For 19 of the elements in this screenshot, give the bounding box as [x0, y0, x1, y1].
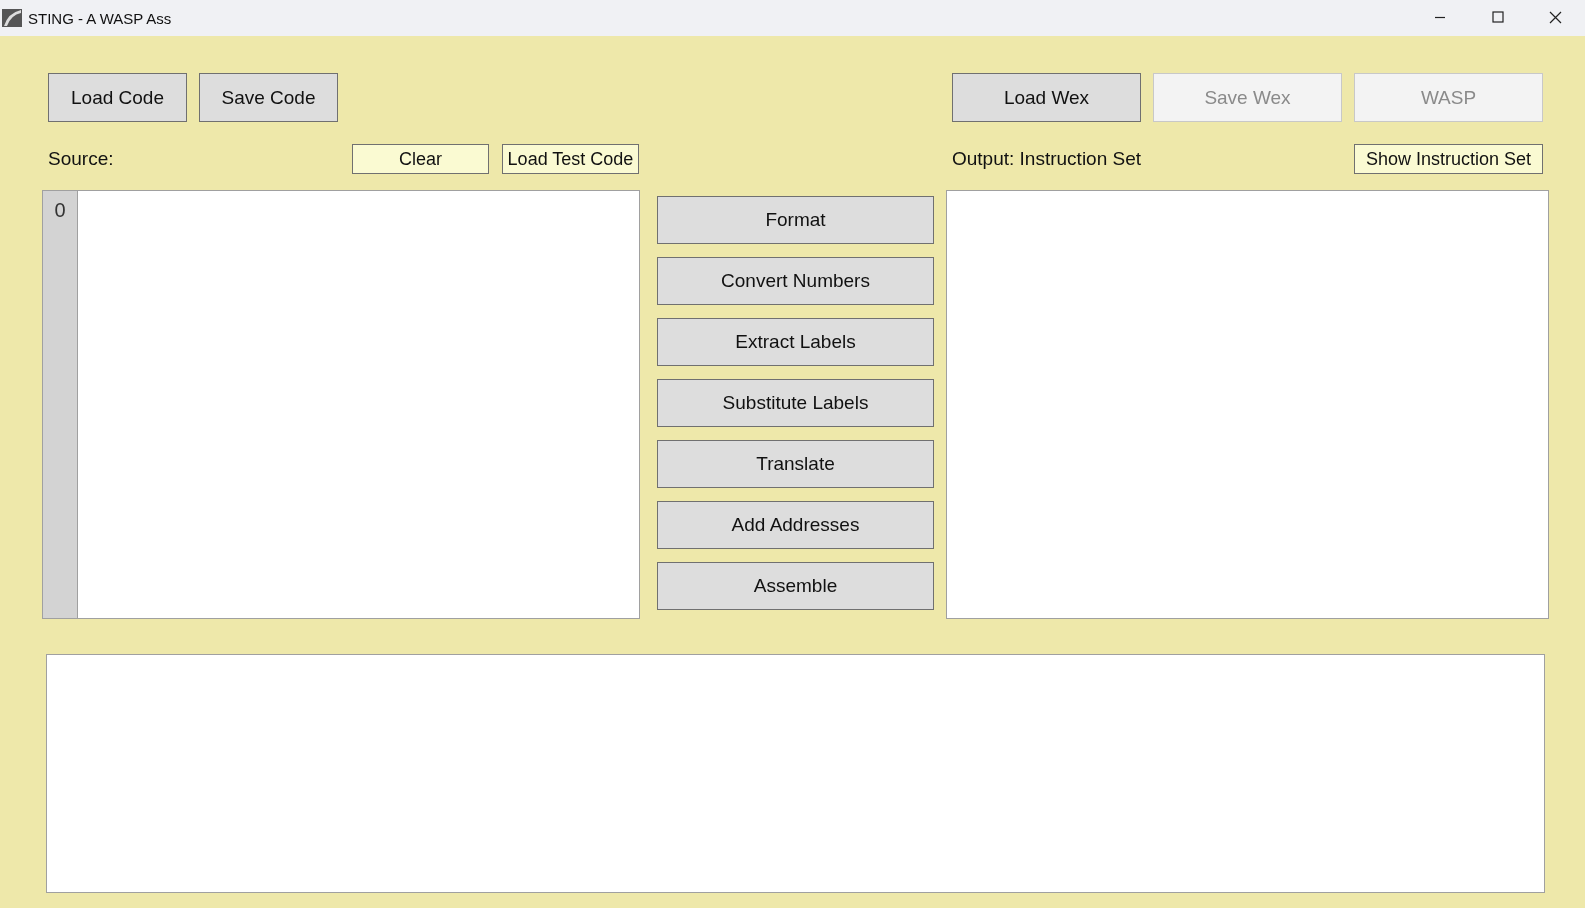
pipeline-button[interactable]: Assemble: [657, 562, 934, 610]
pipeline-button[interactable]: Format: [657, 196, 934, 244]
pipeline-button[interactable]: Convert Numbers: [657, 257, 934, 305]
app-icon: [2, 9, 22, 27]
source-editor[interactable]: 0: [42, 190, 640, 619]
pipeline-button[interactable]: Translate: [657, 440, 934, 488]
source-label: Source:: [48, 148, 114, 170]
window-title: STING - A WASP Ass: [28, 9, 172, 27]
file-button[interactable]: Save Code: [199, 73, 338, 122]
source-button[interactable]: Load Test Code: [502, 144, 639, 174]
wex-button[interactable]: Load Wex: [952, 73, 1141, 122]
pipeline-button[interactable]: Add Addresses: [657, 501, 934, 549]
show-instruction-set-button[interactable]: Show Instruction Set: [1354, 144, 1543, 174]
output-label: Output: Instruction Set: [952, 148, 1142, 170]
line-number: 0: [54, 199, 66, 222]
file-button[interactable]: Load Code: [48, 73, 187, 122]
pipeline-button[interactable]: Substitute Labels: [657, 379, 934, 427]
source-button[interactable]: Clear: [352, 144, 489, 174]
pipeline-button[interactable]: Extract Labels: [657, 318, 934, 366]
